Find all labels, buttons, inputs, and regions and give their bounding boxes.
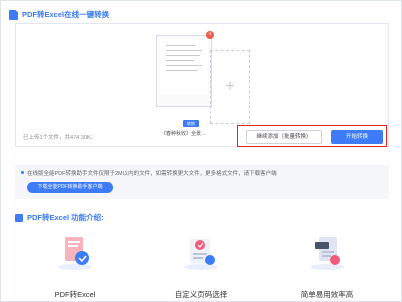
download-client-button[interactable]: 下载全能PDF转换助手客户端: [27, 182, 113, 193]
page-title: PDF转Excel在线一键转换: [22, 10, 110, 19]
bullet-icon: [21, 171, 24, 174]
easy-efficient-icon: [310, 237, 344, 270]
notice-box: 在线版全能PDF转换助手文件仅限于2M以内的文件，如需转换更大文件，更多格式文件…: [15, 165, 389, 199]
feature-intro-header: PDF转Excel 功能介绍:: [15, 212, 104, 223]
upload-status: 已上传1个文件，共474.30K。: [23, 135, 97, 141]
action-button-group: 继续添加（批量转换） 开始转换: [237, 125, 387, 147]
feature-label: PDF转Excel: [54, 290, 96, 299]
page-frame: PDF转Excel在线一键转换 × 转换 《春种秋收》全景... + 已上传1个…: [0, 0, 402, 302]
page-header: PDF转Excel在线一键转换: [9, 9, 109, 20]
pdf-to-excel-icon: [58, 237, 92, 270]
feature-label: 简单易用效率高: [300, 290, 354, 299]
feature-label: 自定义页码选择: [174, 290, 228, 299]
pdf-file-icon: [9, 9, 18, 20]
notice-text: 在线版全能PDF转换助手文件仅限于2M以内的文件，如需转换更大文件，更多格式文件…: [27, 171, 277, 177]
continue-add-button[interactable]: 继续添加（批量转换）: [246, 130, 322, 144]
preview-line: [166, 50, 202, 51]
feature-intro-title: PDF转Excel 功能介绍:: [27, 213, 104, 222]
preview-line: [166, 45, 196, 46]
document-preview: [160, 39, 208, 94]
start-convert-button[interactable]: 开始转换: [331, 130, 383, 144]
preview-line: [166, 70, 198, 71]
add-file-button[interactable]: +: [210, 50, 250, 124]
file-name: 《春种秋收》全景...: [161, 131, 206, 137]
document-icon: [15, 213, 23, 222]
file-thumbnail[interactable]: [156, 35, 212, 107]
preview-line: [166, 55, 200, 56]
file-badge: 转换: [183, 120, 199, 127]
remove-file-icon[interactable]: ×: [206, 31, 214, 39]
custom-page-icon: [184, 239, 218, 270]
plus-icon: +: [225, 78, 235, 95]
preview-line: [166, 65, 202, 66]
preview-line: [166, 60, 194, 61]
